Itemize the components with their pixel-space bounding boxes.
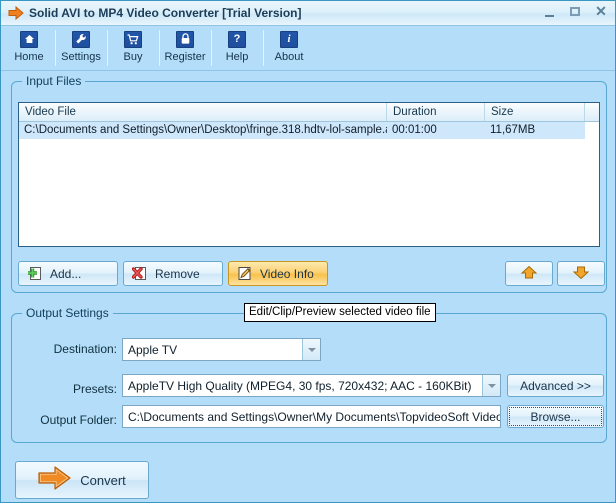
- toolbar-button-help[interactable]: ? Help: [211, 26, 263, 70]
- output-settings-group-title: Output Settings: [22, 306, 113, 320]
- tooltip: Edit/Clip/Preview selected video file: [244, 303, 436, 322]
- wrench-icon: [70, 29, 92, 49]
- table-row[interactable]: C:\Documents and Settings\Owner\Desktop\…: [19, 122, 599, 139]
- toolbar-label-buy: Buy: [123, 51, 143, 63]
- edit-pencil-icon: [234, 266, 254, 281]
- cell-video-file: C:\Documents and Settings\Owner\Desktop\…: [24, 124, 387, 136]
- window-controls: ✕: [541, 3, 609, 19]
- chevron-down-icon: [307, 347, 316, 352]
- list-header-row: Video File Duration Size: [19, 103, 599, 122]
- app-icon: [5, 2, 27, 24]
- cell-extra: [585, 122, 599, 139]
- output-folder-input[interactable]: C:\Documents and Settings\Owner\My Docum…: [122, 405, 501, 428]
- question-icon: ?: [226, 29, 248, 49]
- browse-button[interactable]: Browse...: [507, 405, 604, 428]
- browse-button-label: Browse...: [530, 409, 581, 424]
- toolbar-button-settings[interactable]: Settings: [55, 26, 107, 70]
- window-title: Solid AVI to MP4 Video Converter [Trial …: [29, 6, 302, 20]
- destination-dropdown-button[interactable]: [302, 339, 320, 360]
- home-icon: [18, 29, 40, 49]
- lock-icon: [174, 29, 196, 49]
- close-button[interactable]: ✕: [593, 3, 609, 19]
- advanced-button[interactable]: Advanced >>: [507, 374, 604, 397]
- toolbar-label-register: Register: [164, 51, 206, 63]
- toolbar-label-about: About: [274, 51, 304, 63]
- move-up-button[interactable]: [505, 261, 553, 286]
- input-files-list[interactable]: Video File Duration Size C:\Documents an…: [18, 102, 600, 247]
- question-glyph: ?: [228, 30, 246, 48]
- add-button[interactable]: Add...: [18, 261, 118, 286]
- toolbar-button-register[interactable]: Register: [159, 26, 211, 70]
- add-button-label: Add...: [50, 266, 82, 281]
- orange-arrow-icon: [38, 465, 72, 496]
- toolbar-button-about[interactable]: i About: [263, 26, 315, 70]
- video-info-button-label: Video Info: [260, 266, 314, 281]
- output-folder-value: C:\Documents and Settings\Owner\My Docum…: [128, 409, 500, 424]
- video-info-button[interactable]: Video Info: [228, 261, 328, 286]
- remove-button-label: Remove: [155, 266, 200, 281]
- destination-value: Apple TV: [128, 342, 178, 357]
- arrow-up-icon: [520, 265, 538, 283]
- presets-value: AppleTV High Quality (MPEG4, 30 fps, 720…: [128, 378, 472, 393]
- presets-combo[interactable]: AppleTV High Quality (MPEG4, 30 fps, 720…: [122, 374, 501, 397]
- convert-button[interactable]: Convert: [15, 461, 149, 499]
- advanced-button-label: Advanced >>: [520, 378, 591, 393]
- toolbar-label-home: Home: [14, 51, 44, 63]
- output-folder-label: Output Folder:: [40, 413, 117, 427]
- column-header-video-file[interactable]: Video File: [19, 103, 387, 121]
- remove-x-icon: [129, 266, 149, 281]
- toolbar-button-home[interactable]: Home: [3, 26, 55, 70]
- column-header-size[interactable]: Size: [485, 103, 585, 121]
- cell-size: 11,67MB: [490, 124, 536, 136]
- arrow-down-icon: [572, 265, 590, 283]
- toolbar-label-help: Help: [225, 51, 249, 63]
- cell-duration: 00:01:00: [392, 124, 437, 136]
- convert-button-label: Convert: [80, 472, 126, 488]
- chevron-down-icon: [487, 383, 496, 388]
- info-icon: i: [278, 29, 300, 49]
- cart-icon: [122, 29, 144, 49]
- list-empty-area[interactable]: [19, 139, 599, 246]
- input-files-group-title: Input Files: [22, 74, 86, 88]
- column-header-extra[interactable]: [585, 103, 599, 121]
- remove-button[interactable]: Remove: [123, 261, 223, 286]
- add-plus-icon: [24, 266, 44, 281]
- presets-label: Presets:: [72, 382, 117, 396]
- maximize-button[interactable]: [567, 3, 583, 19]
- minimize-button[interactable]: [541, 3, 557, 19]
- move-down-button[interactable]: [557, 261, 605, 286]
- title-bar: Solid AVI to MP4 Video Converter [Trial …: [1, 1, 615, 26]
- main-toolbar: Home Settings Buy Register ? Help i Abou…: [1, 26, 615, 71]
- column-header-duration[interactable]: Duration: [387, 103, 485, 121]
- application-window: Solid AVI to MP4 Video Converter [Trial …: [0, 0, 616, 503]
- toolbar-button-buy[interactable]: Buy: [107, 26, 159, 70]
- destination-combo[interactable]: Apple TV: [122, 338, 321, 361]
- info-glyph: i: [280, 30, 298, 48]
- destination-label: Destination:: [53, 342, 117, 356]
- toolbar-label-settings: Settings: [61, 51, 101, 63]
- presets-dropdown-button[interactable]: [482, 375, 500, 396]
